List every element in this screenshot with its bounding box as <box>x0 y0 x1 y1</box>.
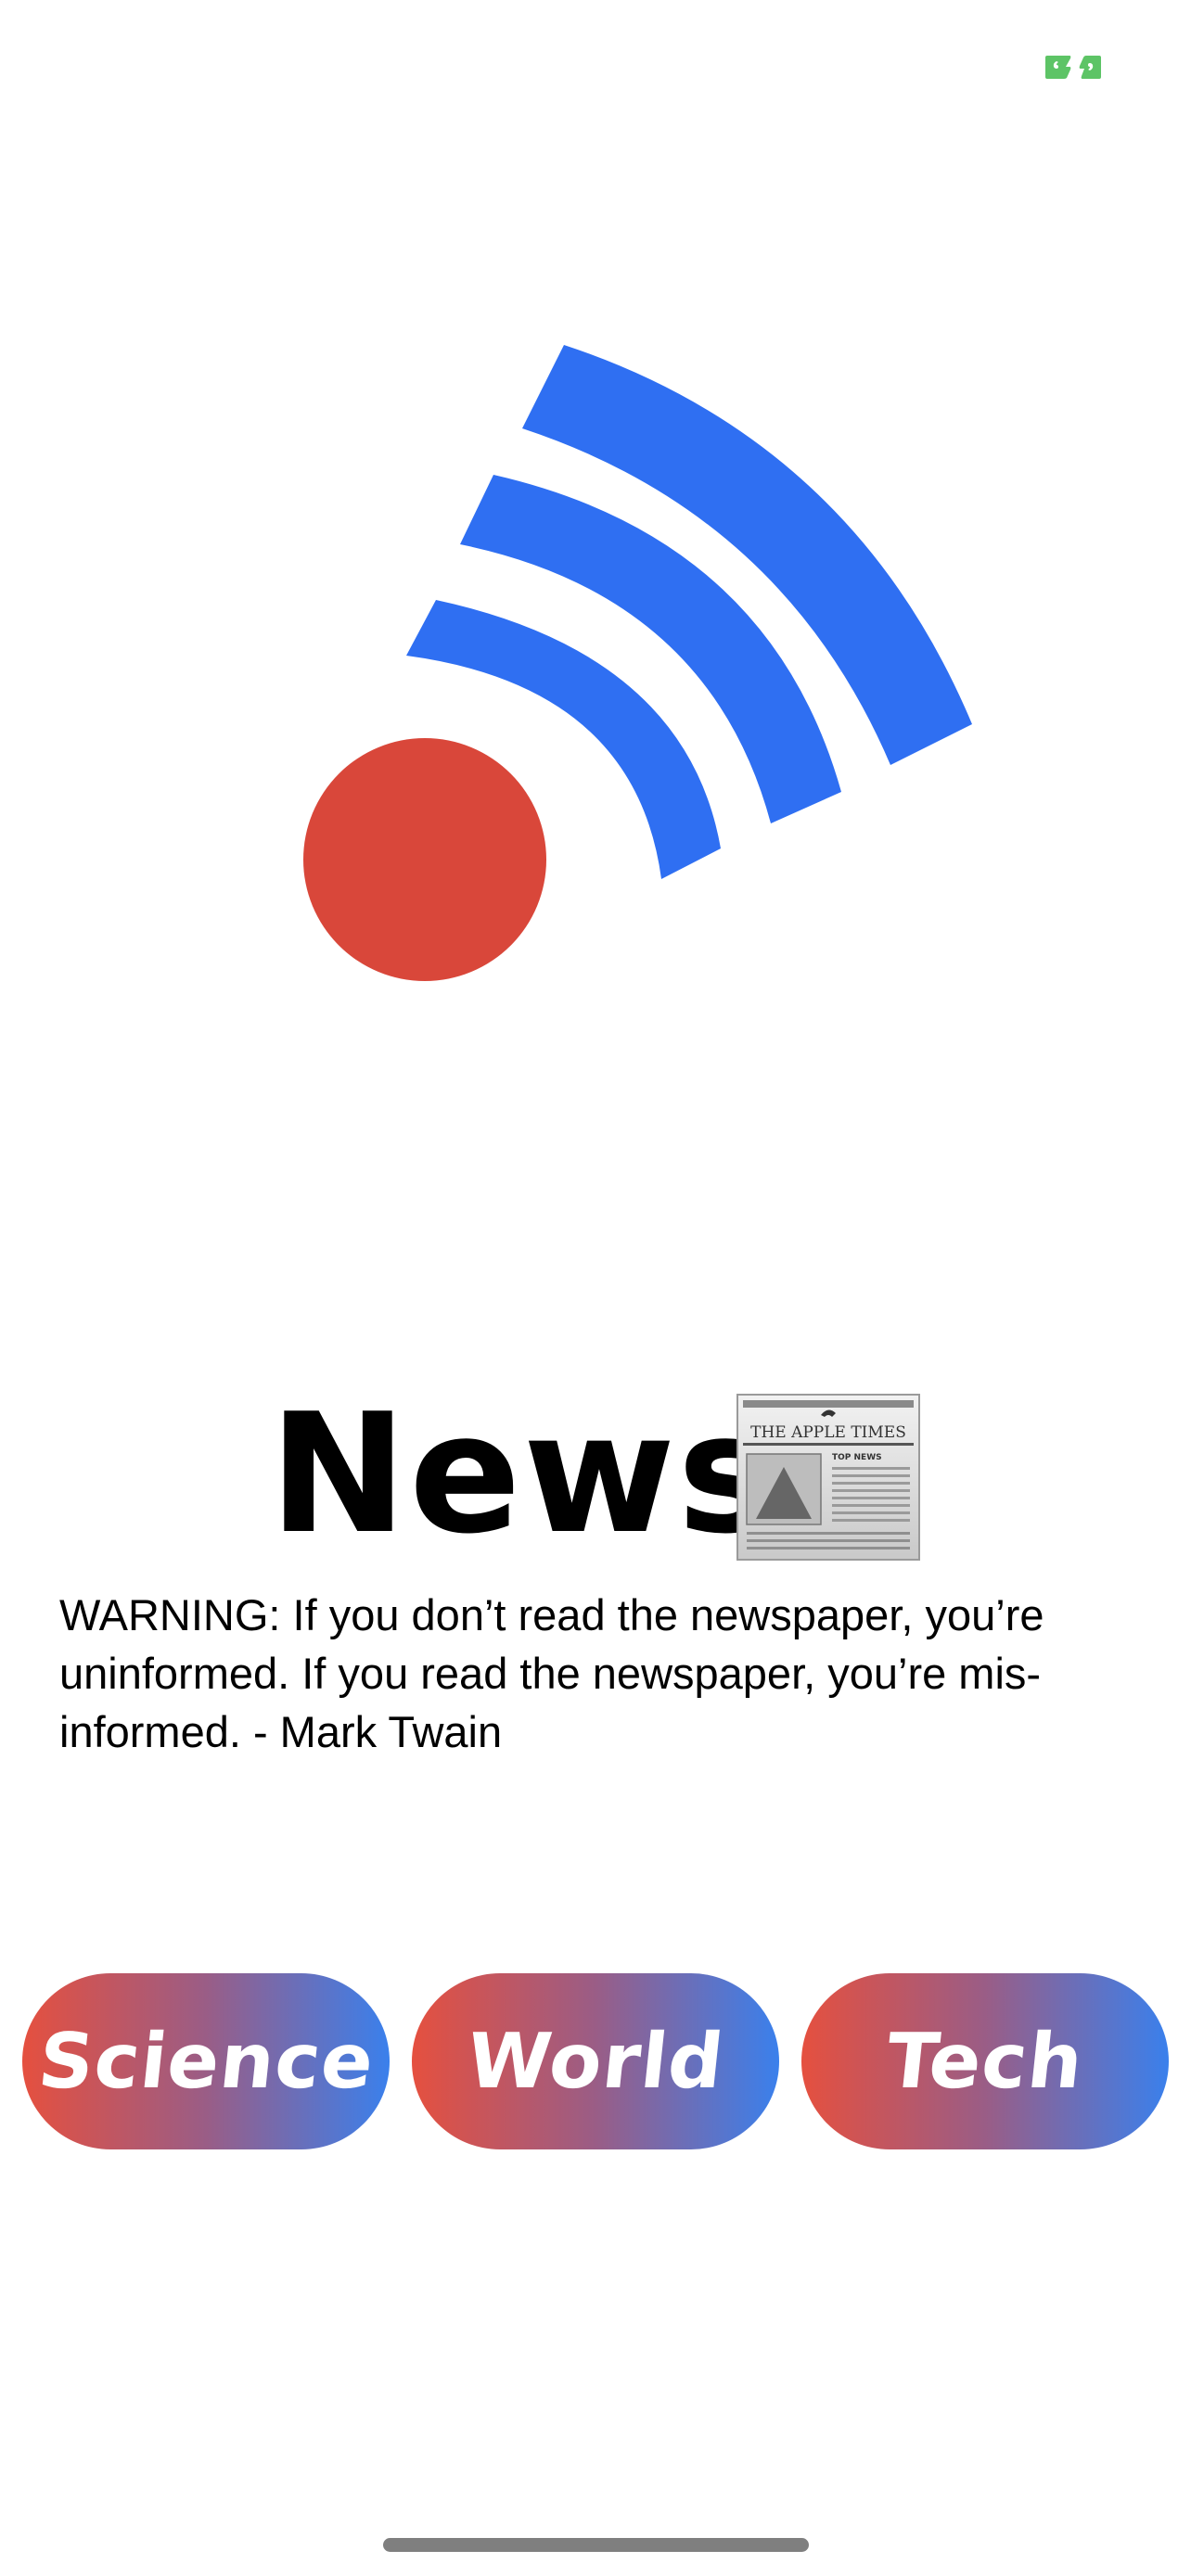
world-button-label: World <box>462 2017 729 2106</box>
news-feed-logo-icon <box>303 345 972 981</box>
mark-twain-quote: WARNING: If you don’t read the newspaper… <box>59 1586 1145 1761</box>
quote-button[interactable] <box>1044 54 1103 80</box>
tech-button[interactable]: Tech <box>801 1973 1169 2149</box>
svg-text:THE APPLE TIMES: THE APPLE TIMES <box>750 1423 906 1442</box>
home-indicator[interactable] <box>383 2538 809 2552</box>
quote-text: WARNING: If you don’t read the newspaper… <box>59 1590 1044 1756</box>
world-button[interactable]: World <box>412 1973 779 2149</box>
title-row: News THE APPLE TIMES TOP NEWS <box>0 1384 1191 1564</box>
science-button-label: Science <box>33 2017 378 2106</box>
svg-text:TOP NEWS: TOP NEWS <box>832 1453 882 1462</box>
category-bar: Science World Tech <box>22 1973 1169 2149</box>
science-button[interactable]: Science <box>22 1973 390 2149</box>
quote-bubble-icon <box>1045 56 1101 79</box>
app-title: News <box>269 1378 778 1570</box>
tech-button-label: Tech <box>882 2017 1088 2106</box>
newspaper-icon: THE APPLE TIMES TOP NEWS <box>736 1393 921 1562</box>
app-logo <box>297 338 983 988</box>
